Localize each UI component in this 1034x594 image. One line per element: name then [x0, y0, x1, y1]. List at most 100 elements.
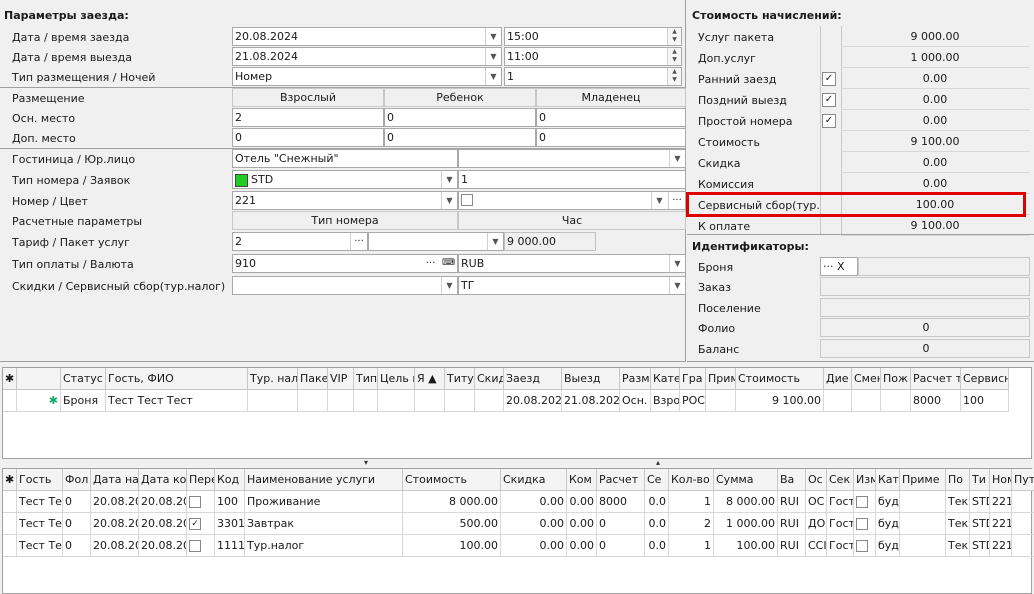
services-cell[interactable]	[900, 513, 946, 535]
guests-cell[interactable]: 21.08.202	[562, 390, 620, 412]
guests-cell[interactable]	[415, 390, 445, 412]
guests-cell[interactable]: Тест Тест Тест	[106, 390, 248, 412]
services-cell[interactable]: 20.08.20	[91, 535, 139, 557]
more-icon[interactable]: ···	[823, 260, 834, 273]
services-cell[interactable]: 8000	[597, 491, 645, 513]
tariff-field[interactable]: 2 ···	[232, 232, 368, 251]
services-cell[interactable]: Тур.налог	[245, 535, 403, 557]
guests-col-header[interactable]: Тип	[354, 368, 378, 390]
services-col-header[interactable]: Фол	[63, 469, 91, 491]
guests-col-header[interactable]: Дие	[824, 368, 852, 390]
guests-col-header[interactable]: Кате	[651, 368, 680, 390]
services-cell[interactable]: 1	[669, 491, 714, 513]
services-cell[interactable]: Тек	[946, 535, 970, 557]
checkbox[interactable]	[189, 496, 201, 508]
main-adult-field[interactable]: 2	[232, 108, 384, 127]
services-col-header[interactable]: Приме	[900, 469, 946, 491]
main-infant-field[interactable]: 0	[536, 108, 686, 127]
services-cell[interactable]: 221	[990, 513, 1012, 535]
guests-col-header[interactable]: Цель г	[378, 368, 415, 390]
services-cell[interactable]: 0.00	[567, 535, 597, 557]
services-cell[interactable]: 8 000.00	[403, 491, 501, 513]
requests-field[interactable]: 1	[458, 170, 686, 189]
chevron-down-icon[interactable]: ▼	[485, 68, 501, 85]
services-col-header[interactable]: Пут	[1012, 469, 1034, 491]
more-icon[interactable]: ···	[422, 255, 439, 272]
main-child-field[interactable]: 0	[384, 108, 536, 127]
guests-cell[interactable]	[328, 390, 354, 412]
services-cell[interactable]	[1012, 535, 1034, 557]
guests-col-header[interactable]: VIP	[328, 368, 354, 390]
services-cell[interactable]	[900, 491, 946, 513]
legal-entity-select[interactable]: ▼	[458, 149, 686, 168]
services-cell[interactable]: Гост	[827, 491, 854, 513]
services-cell[interactable]	[1012, 513, 1034, 535]
services-cell[interactable]: 3301	[215, 513, 245, 535]
service-checkbox-cell[interactable]	[187, 535, 215, 557]
guests-col-header[interactable]: Тур. нал	[248, 368, 298, 390]
guests-col-header[interactable]: Гра	[680, 368, 706, 390]
services-col-header[interactable]: Код	[215, 469, 245, 491]
placement-select[interactable]: Номер ▼	[232, 67, 502, 86]
booking-field[interactable]: ··· X	[820, 257, 858, 276]
guests-col-header[interactable]: Титу	[445, 368, 475, 390]
services-cell[interactable]: 1111	[215, 535, 245, 557]
services-cell[interactable]: 20.08.20	[91, 513, 139, 535]
services-cell[interactable]	[1012, 491, 1034, 513]
charge-checkbox[interactable]: ✓	[822, 72, 836, 86]
services-cell[interactable]: 20.08.20	[91, 491, 139, 513]
charge-checkbox[interactable]: ✓	[822, 114, 836, 128]
guests-col-header[interactable]: Расчет т	[911, 368, 961, 390]
guests-cell[interactable]	[824, 390, 852, 412]
services-cell[interactable]: 0	[597, 535, 645, 557]
chevron-down-icon[interactable]: ▼	[669, 255, 685, 272]
checkbox[interactable]	[856, 496, 868, 508]
guests-cell[interactable]: РОС	[680, 390, 706, 412]
services-cell[interactable]: 8 000.00	[714, 491, 778, 513]
guests-col-header[interactable]: Сервисн	[961, 368, 1009, 390]
services-cell[interactable]: 0.00	[501, 491, 567, 513]
checkout-time-field[interactable]: 11:00 ▲ ▼	[504, 47, 682, 66]
services-cell[interactable]: Тек	[946, 491, 970, 513]
service-checkbox-cell[interactable]	[854, 513, 876, 535]
chevron-down-icon[interactable]: ▼	[441, 171, 457, 188]
guests-cell[interactable]	[378, 390, 415, 412]
guests-col-header[interactable]: Прим	[706, 368, 736, 390]
services-cell[interactable]: 0	[597, 513, 645, 535]
services-cell[interactable]: 0.00	[501, 535, 567, 557]
services-col-header[interactable]: Се	[645, 469, 669, 491]
extra-child-field[interactable]: 0	[384, 128, 536, 147]
services-cell[interactable]: 1 000.00	[714, 513, 778, 535]
guests-cell[interactable]	[298, 390, 328, 412]
guests-cell[interactable]: 20.08.202	[504, 390, 562, 412]
guests-cell[interactable]	[248, 390, 298, 412]
spinner-icon[interactable]: ▲ ▼	[667, 48, 681, 65]
service-checkbox-cell[interactable]	[854, 535, 876, 557]
services-cell[interactable]: 0	[63, 513, 91, 535]
service-checkbox-cell[interactable]	[854, 491, 876, 513]
services-col-header[interactable]: Ном	[990, 469, 1012, 491]
nights-field[interactable]: 1 ▲ ▼	[504, 67, 682, 86]
guests-col-header[interactable]: Паке	[298, 368, 328, 390]
services-cell[interactable]: 1	[669, 535, 714, 557]
checkbox[interactable]	[856, 518, 868, 530]
services-col-header[interactable]: Стоимость	[403, 469, 501, 491]
more-icon[interactable]: ···	[350, 233, 367, 250]
currency-select[interactable]: RUB ▼	[458, 254, 686, 273]
services-cell[interactable]: 2	[669, 513, 714, 535]
services-cell[interactable]: Гост	[827, 513, 854, 535]
services-col-header[interactable]: Дата на	[91, 469, 139, 491]
services-cell[interactable]: 0	[63, 491, 91, 513]
services-cell[interactable]: RUI	[778, 491, 806, 513]
services-cell[interactable]: ОС	[806, 491, 827, 513]
services-cell[interactable]: Тест Те	[17, 513, 63, 535]
service-checkbox-cell[interactable]	[187, 491, 215, 513]
chevron-down-icon[interactable]: ▼	[441, 192, 457, 209]
guests-cell[interactable]	[706, 390, 736, 412]
extra-infant-field[interactable]: 0	[536, 128, 686, 147]
more-icon[interactable]: ···	[668, 192, 685, 209]
service-checkbox-cell[interactable]: ✓	[187, 513, 215, 535]
services-cell[interactable]: 0.00	[567, 513, 597, 535]
chevron-down-icon[interactable]: ▼	[485, 28, 501, 45]
guests-col-header[interactable]: Скид	[475, 368, 504, 390]
